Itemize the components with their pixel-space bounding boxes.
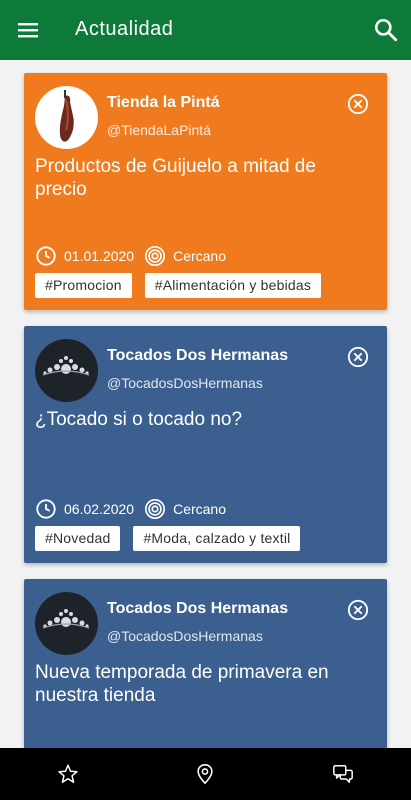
tag-list: #Novedad #Moda, calzado y textil (35, 526, 313, 551)
post-distance: Cercano (173, 248, 226, 264)
store-avatar[interactable] (35, 86, 98, 149)
menu-icon[interactable] (16, 18, 40, 42)
post-meta: 06.02.2020 Cercano (35, 498, 226, 520)
clock-icon (36, 246, 56, 266)
close-icon[interactable] (347, 346, 369, 368)
post-headline[interactable]: ¿Tocado si o tocado no? (35, 408, 355, 431)
target-icon (145, 246, 166, 266)
store-handle: @TiendaLaPintá (107, 122, 211, 138)
chat-icon[interactable] (332, 763, 354, 785)
post-meta: 01.01.2020 Cercano (35, 245, 226, 267)
store-name[interactable]: Tocados Dos Hermanas (107, 347, 288, 365)
store-name[interactable]: Tocados Dos Hermanas (107, 600, 288, 618)
app-bar: Actualidad (0, 0, 411, 60)
post-distance: Cercano (173, 501, 226, 517)
store-name[interactable]: Tienda la Pintá (107, 94, 220, 112)
post-date: 01.01.2020 (64, 248, 135, 264)
tag-chip[interactable]: #Moda, calzado y textil (133, 526, 301, 551)
headpiece-image (42, 609, 90, 629)
close-icon[interactable] (347, 599, 369, 621)
store-avatar[interactable] (35, 592, 98, 655)
news-feed[interactable]: Tienda la Pintá @TiendaLaPintá Productos… (0, 60, 411, 748)
clock-icon (36, 499, 56, 519)
tag-chip[interactable]: #Promocion (35, 273, 132, 298)
store-handle: @TocadosDosHermanas (107, 628, 263, 644)
search-icon[interactable] (373, 17, 399, 43)
bottom-navigation (0, 748, 411, 800)
store-handle: @TocadosDosHermanas (107, 375, 263, 391)
post-headline[interactable]: Nueva temporada de primavera en nuestra … (35, 661, 355, 707)
post-card[interactable]: Tocados Dos Hermanas @TocadosDosHermanas… (24, 579, 387, 748)
map-pin-icon[interactable] (194, 763, 216, 785)
tag-chip[interactable]: #Novedad (35, 526, 121, 551)
post-date: 06.02.2020 (64, 501, 135, 517)
store-avatar[interactable] (35, 339, 98, 402)
tag-chip[interactable]: #Alimentación y bebidas (144, 273, 322, 298)
close-icon[interactable] (347, 93, 369, 115)
post-headline[interactable]: Productos de Guijuelo a mitad de precio (35, 155, 355, 201)
star-icon[interactable] (57, 763, 79, 785)
tag-list: #Promocion #Alimentación y bebidas (35, 273, 334, 298)
post-card[interactable]: Tocados Dos Hermanas @TocadosDosHermanas… (24, 326, 387, 563)
page-title: Actualidad (75, 18, 174, 40)
ham-image (59, 90, 74, 142)
post-card[interactable]: Tienda la Pintá @TiendaLaPintá Productos… (24, 73, 387, 310)
target-icon (145, 499, 166, 519)
headpiece-image (42, 356, 90, 376)
